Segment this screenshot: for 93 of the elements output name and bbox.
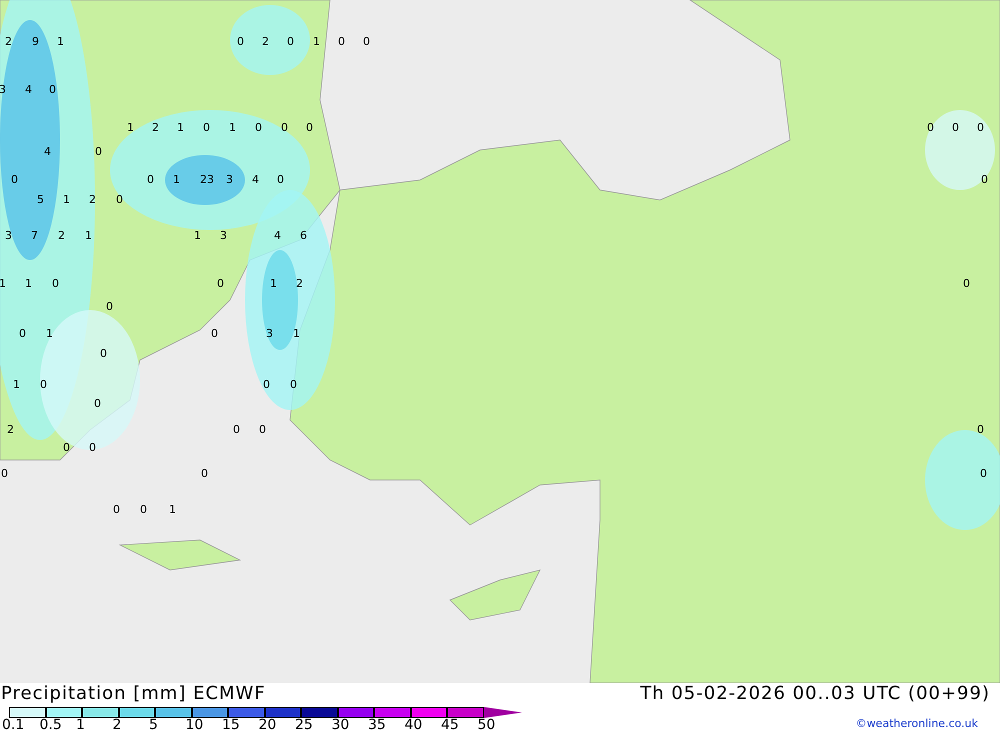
precipitation-value: 0 (977, 424, 984, 435)
legend-tick-label: 40 (404, 718, 422, 733)
legend-tick-label: 5 (149, 718, 158, 733)
precipitation-value: 0 (290, 379, 297, 390)
precipitation-value: 2 (7, 424, 14, 435)
precipitation-value: 1 (46, 328, 53, 339)
copyright-text: ©weatheronline.co.uk (856, 717, 978, 730)
precipitation-value: 9 (32, 36, 39, 47)
precipitation-value: 0 (113, 504, 120, 515)
legend-tick-label: 15 (222, 718, 240, 733)
precipitation-value: 2 (58, 230, 65, 241)
precipitation-value: 2 (296, 278, 303, 289)
precipitation-value: 3 (226, 174, 233, 185)
precipitation-value: 0 (237, 36, 244, 47)
legend-tick-label: 10 (186, 718, 204, 733)
legend-tick-label: 1 (76, 718, 85, 733)
precipitation-value: 1 (0, 278, 6, 289)
precipitation-value: 0 (952, 122, 959, 133)
legend-tick-label: 20 (258, 718, 276, 733)
precipitation-value: 0 (211, 328, 218, 339)
precipitation-value: 7 (31, 230, 38, 241)
precipitation-value: 1 (293, 328, 300, 339)
precipitation-value: 23 (200, 174, 214, 185)
precipitation-value: 0 (281, 122, 288, 133)
valid-time: Th 05-02-2026 00..03 UTC (00+99) (640, 683, 990, 705)
precipitation-value: 4 (25, 84, 32, 95)
precipitation-value: 0 (980, 468, 987, 479)
precipitation-value: 0 (147, 174, 154, 185)
precipitation-value: 0 (106, 301, 113, 312)
legend-tick-label: 35 (368, 718, 386, 733)
precipitation-value: 0 (94, 398, 101, 409)
precipitation-value: 2 (262, 36, 269, 47)
precipitation-value: 0 (116, 194, 123, 205)
precipitation-value: 0 (140, 504, 147, 515)
precipitation-value: 0 (927, 122, 934, 133)
legend-tick-label: 0.5 (40, 718, 62, 733)
precipitation-value: 2 (5, 36, 12, 47)
precipitation-value: 0 (95, 146, 102, 157)
precipitation-value: 0 (977, 122, 984, 133)
precipitation-value: 3 (5, 230, 12, 241)
precipitation-value: 4 (252, 174, 259, 185)
legend-tick-label: 45 (441, 718, 459, 733)
precipitation-value: 1 (169, 504, 176, 515)
precipitation-value: 0 (1, 468, 8, 479)
precipitation-value: 3 (266, 328, 273, 339)
precipitation-value: 1 (229, 122, 236, 133)
precipitation-value: 0 (19, 328, 26, 339)
legend-tick-label: 25 (295, 718, 313, 733)
precipitation-value: 5 (37, 194, 44, 205)
legend-tick-label: 50 (478, 718, 496, 733)
precipitation-value: 0 (49, 84, 56, 95)
precipitation-value: 0 (981, 174, 988, 185)
precipitation-value: 1 (85, 230, 92, 241)
precipitation-value: 0 (963, 278, 970, 289)
legend-tick-label: 2 (112, 718, 122, 733)
precipitation-value: 0 (233, 424, 240, 435)
precipitation-value: 0 (287, 36, 294, 47)
precipitation-value: 3 (0, 84, 6, 95)
chart-title: Precipitation [mm] ECMWF (1, 683, 266, 705)
precipitation-value: 0 (255, 122, 262, 133)
precipitation-value: 0 (63, 442, 70, 453)
precipitation-value: 2 (89, 194, 96, 205)
precipitation-value: 0 (263, 379, 270, 390)
precipitation-value: 1 (63, 194, 70, 205)
precipitation-value: 0 (52, 278, 59, 289)
precipitation-value: 0 (40, 379, 47, 390)
precipitation-value: 0 (201, 468, 208, 479)
precipitation-value: 0 (217, 278, 224, 289)
precipitation-value: 1 (57, 36, 64, 47)
precipitation-value: 0 (11, 174, 18, 185)
precipitation-value: 1 (270, 278, 277, 289)
precipitation-value: 1 (13, 379, 20, 390)
precipitation-value: 0 (277, 174, 284, 185)
precipitation-value: 0 (363, 36, 370, 47)
precipitation-value: 1 (25, 278, 32, 289)
precipitation-value: 1 (313, 36, 320, 47)
precipitation-value: 1 (173, 174, 180, 185)
precipitation-value: 1 (127, 122, 134, 133)
precipitation-value: 3 (220, 230, 227, 241)
precipitation-value: 4 (274, 230, 281, 241)
precipitation-value: 0 (100, 348, 107, 359)
precipitation-value: 0 (338, 36, 345, 47)
legend-tick-label: 0.1 (2, 718, 24, 733)
legend-tick-label: 30 (332, 718, 350, 733)
precipitation-value: 1 (194, 230, 201, 241)
precipitation-value: 0 (306, 122, 313, 133)
precipitation-value: 0 (203, 122, 210, 133)
precipitation-value: 1 (177, 122, 184, 133)
precipitation-value: 4 (44, 146, 51, 157)
precipitation-value: 0 (89, 442, 96, 453)
precipitation-value: 0 (259, 424, 266, 435)
precipitation-value: 6 (300, 230, 307, 241)
precipitation-value: 2 (152, 122, 159, 133)
